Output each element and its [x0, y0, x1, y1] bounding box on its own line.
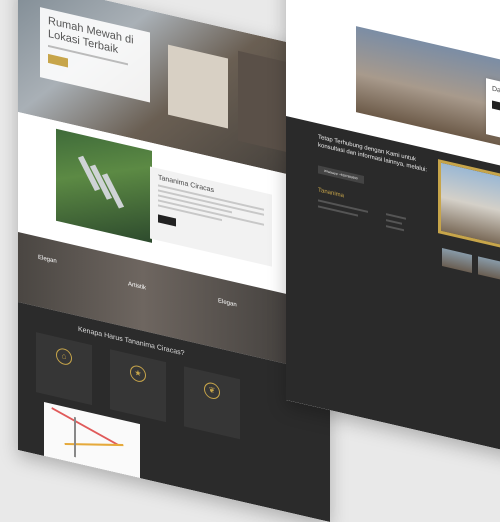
- footer-line: [386, 225, 404, 232]
- hero-cta-button[interactable]: [48, 53, 68, 68]
- feature-card: ⌂: [36, 332, 92, 406]
- location-map[interactable]: [44, 402, 140, 479]
- house-image: [356, 26, 500, 147]
- type-label[interactable]: Artistik: [128, 281, 146, 291]
- price-list-button[interactable]: [492, 100, 500, 113]
- footer-line: [386, 219, 402, 225]
- about-card: Tananima Ciracas: [150, 166, 272, 267]
- check-item: ✓: [402, 0, 500, 3]
- map-road: [74, 416, 76, 458]
- house-icon: ⌂: [56, 346, 72, 367]
- type-label[interactable]: Elegan: [218, 298, 237, 308]
- gallery-thumb[interactable]: [442, 248, 472, 273]
- feature-checklist: ✓ ✓ ✓ ✓ ✓ ✓ ✓: [402, 0, 500, 3]
- whatsapp-button[interactable]: Whatsapp: +6287883699: [318, 165, 364, 184]
- about-more-button[interactable]: [158, 214, 176, 227]
- star-icon: ★: [130, 363, 146, 384]
- building-shape: [168, 44, 228, 129]
- price-list-title: Dafta: [492, 85, 500, 97]
- contact-image: [438, 159, 500, 252]
- feature-card: ❦: [184, 366, 240, 440]
- footer-logo: Tananima: [318, 187, 345, 200]
- feature-card: ★: [110, 349, 166, 423]
- contact-footer: Tetap Terhubung dengan Kami untuk konsul…: [286, 116, 500, 458]
- map-road: [51, 407, 119, 446]
- left-page-preview: Rumah Mewah di Lokasi Terbaik Tananima C…: [18, 0, 330, 522]
- hero-card: Rumah Mewah di Lokasi Terbaik: [40, 7, 150, 103]
- aerial-image: [56, 128, 152, 243]
- right-page-preview: ✓ ✓ ✓ ✓ ✓ ✓ ✓ Dafta Tetap Terhubung deng…: [286, 0, 500, 458]
- gallery-thumb[interactable]: [478, 256, 500, 282]
- type-label[interactable]: Elegan: [38, 255, 57, 265]
- footer-line: [386, 213, 406, 220]
- leaf-icon: ❦: [204, 380, 220, 401]
